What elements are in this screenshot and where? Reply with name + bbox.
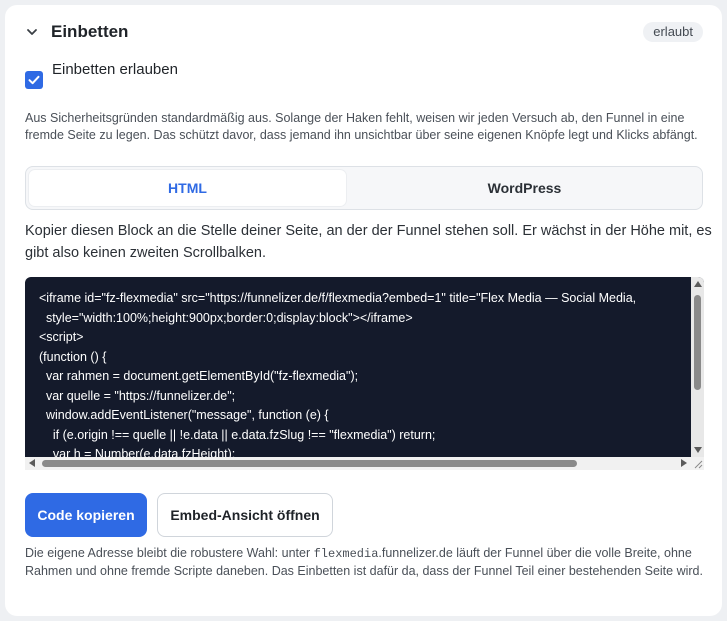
scroll-thumb-horizontal[interactable]: [42, 460, 577, 467]
code-line: <script>: [39, 330, 84, 344]
footer-note: Die eigene Adresse bleibt die robustere …: [25, 545, 715, 580]
footer-domain-rest: .funnelizer.de: [378, 546, 453, 560]
scroll-down-icon[interactable]: [694, 447, 702, 453]
code-line: var quelle = "https://funnelizer.de";: [45, 388, 236, 403]
section-title: Einbetten: [51, 22, 129, 41]
tab-wordpress[interactable]: WordPress: [366, 170, 683, 206]
footer-domain-mono: flexmedia: [313, 547, 379, 561]
code-line: var rahmen = document.getElementById("fz…: [45, 369, 359, 383]
embed-code[interactable]: <iframe id="fz-flexmedia" src="https://f…: [39, 289, 636, 465]
code-line: <iframe id="fz-flexmedia" src="https://f…: [39, 291, 637, 305]
scroll-right-icon[interactable]: [681, 459, 687, 467]
code-line: (function () {: [39, 349, 107, 364]
code-line: style="width:100%;height:900px;border:0;…: [45, 310, 413, 325]
security-note: Aus Sicherheitsgründen standardmäßig aus…: [25, 111, 698, 142]
copy-code-button[interactable]: Code kopieren: [25, 493, 147, 537]
embed-type-tabs: HTML WordPress: [25, 166, 703, 210]
scroll-thumb[interactable]: [694, 295, 701, 390]
section-header[interactable]: Einbetten erlaubt: [5, 5, 722, 57]
scroll-up-icon[interactable]: [694, 281, 702, 287]
embed-allow-checkbox[interactable]: [25, 71, 43, 89]
code-line: window.addEventListener("message", funct…: [45, 408, 329, 422]
embed-allow-label[interactable]: Einbetten erlauben: [52, 61, 178, 78]
footer-prefix: Die eigene Adresse bleibt die robustere …: [25, 546, 314, 560]
horizontal-scrollbar[interactable]: [25, 457, 691, 470]
embed-instructions: Kopier diesen Block an die Stelle deiner…: [25, 223, 712, 261]
vertical-scrollbar[interactable]: [691, 277, 704, 457]
resize-handle-icon[interactable]: [691, 457, 704, 470]
code-line: if (e.origin !== quelle || !e.data || e.…: [52, 427, 436, 442]
chevron-down-icon[interactable]: [25, 25, 39, 39]
checkmark-icon: [28, 75, 40, 85]
embed-settings-card: Einbetten erlaubt Einbetten erlauben Aus…: [5, 5, 722, 616]
status-badge: erlaubt: [643, 22, 703, 42]
open-embed-view-button[interactable]: Embed-Ansicht öffnen: [157, 493, 333, 537]
scroll-left-icon[interactable]: [29, 459, 35, 467]
tab-html[interactable]: HTML: [29, 170, 346, 206]
embed-code-textarea[interactable]: <iframe id="fz-flexmedia" src="https://f…: [25, 277, 704, 470]
